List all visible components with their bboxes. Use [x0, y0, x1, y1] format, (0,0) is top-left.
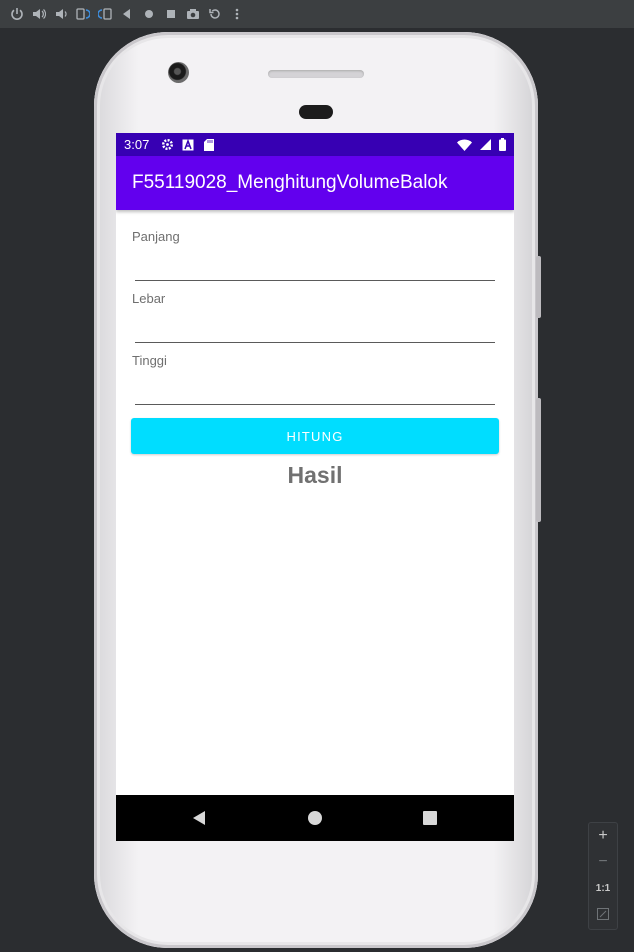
panjang-underline [135, 280, 495, 281]
device-screen: 3:07 F55119028_MenghitungVolumeBalok Pan… [116, 133, 514, 841]
zoom-in-button[interactable]: + [589, 823, 617, 849]
rotate-right-icon[interactable] [94, 0, 116, 28]
lebar-label: Lebar [132, 291, 166, 306]
nav-overview-icon[interactable] [420, 808, 440, 828]
app-bar: F55119028_MenghitungVolumeBalok [116, 156, 514, 210]
tinggi-input[interactable] [135, 380, 495, 404]
tinggi-label: Tinggi [132, 353, 167, 368]
app-title: F55119028_MenghitungVolumeBalok [132, 172, 448, 193]
panjang-input[interactable] [135, 256, 495, 280]
emulator-toolbar [0, 0, 634, 28]
fit-screen-icon[interactable] [589, 901, 617, 927]
signal-icon [477, 138, 493, 152]
overview-icon[interactable] [160, 0, 182, 28]
back-icon[interactable] [116, 0, 138, 28]
nav-back-icon[interactable] [189, 808, 209, 828]
settings-icon [159, 138, 175, 152]
zoom-actual-size-button[interactable]: 1:1 [589, 875, 617, 901]
hitung-button[interactable]: HITUNG [131, 418, 499, 454]
earpiece-speaker [268, 70, 364, 78]
status-bar: 3:07 [116, 133, 514, 156]
navigation-bar [116, 795, 514, 841]
replay-icon[interactable] [204, 0, 226, 28]
volume-up-icon[interactable] [28, 0, 50, 28]
wifi-icon [456, 138, 472, 152]
zoom-controls: + − 1:1 [588, 822, 618, 930]
proximity-sensor [299, 105, 333, 119]
camera-icon[interactable] [182, 0, 204, 28]
rotate-left-icon[interactable] [72, 0, 94, 28]
lebar-underline [135, 342, 495, 343]
power-side-button [536, 256, 541, 318]
volume-down-icon[interactable] [50, 0, 72, 28]
status-time: 3:07 [124, 137, 150, 152]
panjang-label: Panjang [132, 229, 180, 244]
more-icon[interactable] [226, 0, 248, 28]
power-icon[interactable] [6, 0, 28, 28]
a-icon [180, 138, 196, 152]
hasil-result-text: Hasil [287, 462, 343, 488]
sd-card-icon [201, 138, 217, 152]
tinggi-underline [135, 404, 495, 405]
front-camera [168, 62, 189, 83]
battery-icon [498, 138, 506, 152]
nav-home-icon[interactable] [305, 808, 325, 828]
zoom-out-button[interactable]: − [589, 849, 617, 875]
lebar-input[interactable] [135, 318, 495, 342]
volume-side-button [536, 398, 541, 522]
home-icon[interactable] [138, 0, 160, 28]
